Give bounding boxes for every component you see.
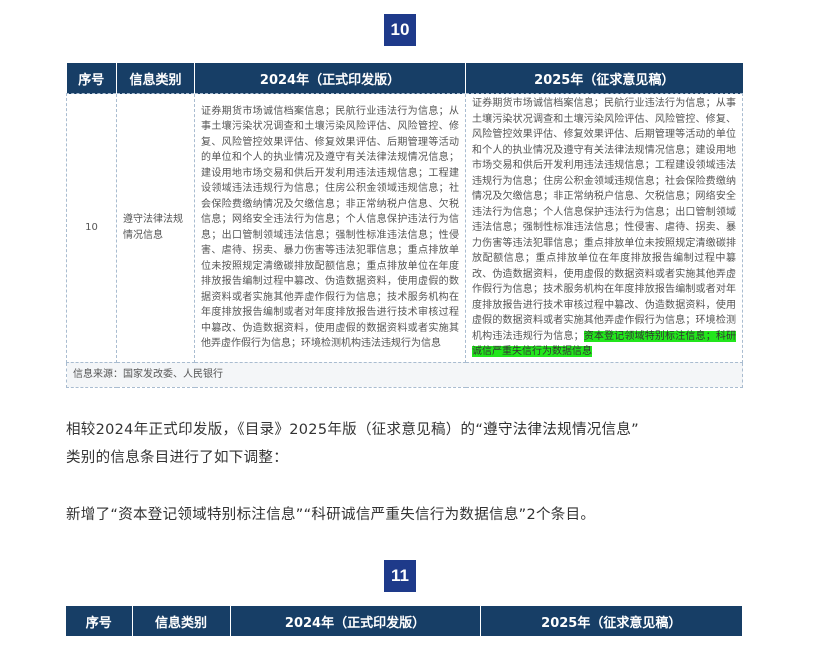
paragraph-comparison-line1: 相较2024年正式印发版，《目录》2025年版（征求意见稿）的“遵守法律法规情况… [66,422,639,438]
paragraph-added-items: 新增了“资本登记领域特别标注信息”“科研诚信严重失信行为数据信息”2个条目。 [66,507,596,523]
row-2024-content: 证券期货市场诚信档案信息；民航行业违法行为信息；从事土壤污染状况调查和土壤污染风… [194,93,466,363]
source-row: 信息来源：国家发改委、人民银行 [66,361,743,388]
header-2024: 2024年（正式印发版） [194,63,466,94]
header-index: 序号 [66,606,132,636]
section-badge-11: 11 [384,560,416,592]
paragraph-comparison-line2: 类别的信息条目进行了如下调整： [66,450,288,466]
header-2025: 2025年（征求意见稿） [479,606,742,636]
header-2024: 2024年（正式印发版） [229,606,480,636]
row-2025-main: 证券期货市场诚信档案信息；民航行业违法行为信息；从事土壤污染状况调查和土壤污染风… [472,98,736,342]
header-category: 信息类别 [131,606,230,636]
header-category: 信息类别 [116,63,195,94]
row-index: 10 [66,93,117,363]
table-row: 10 遵守法律法规情况信息 证券期货市场诚信档案信息；民航行业违法行为信息；从事… [66,93,743,363]
table-header-row: 序号 信息类别 2024年（正式印发版） 2025年（征求意见稿） [66,63,743,94]
header-index: 序号 [66,63,117,94]
info-table-10: 序号 信息类别 2024年（正式印发版） 2025年（征求意见稿） 10 遵守法… [66,63,743,388]
info-table-11: 序号 信息类别 2024年（正式印发版） 2025年（征求意见稿） [66,606,742,636]
table-header-row: 序号 信息类别 2024年（正式印发版） 2025年（征求意见稿） [66,606,742,636]
header-2025: 2025年（征求意见稿） [465,63,743,94]
section-badge-10: 10 [384,14,416,46]
source-note: 信息来源：国家发改委、人民银行 [66,361,743,388]
row-2025-content: 证券期货市场诚信档案信息；民航行业违法行为信息；从事土壤污染状况调查和土壤污染风… [465,93,743,363]
row-category: 遵守法律法规情况信息 [116,93,195,363]
